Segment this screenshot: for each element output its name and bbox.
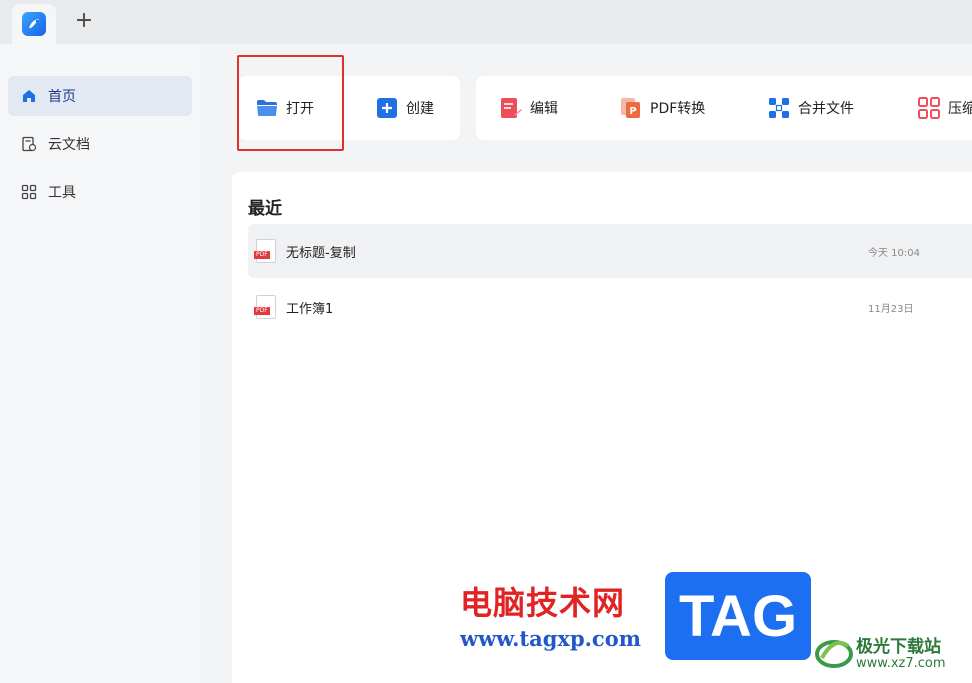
quick-actions-tools: 编辑 P PDF转换 合并文件 压缩 bbox=[476, 76, 972, 140]
create-button[interactable]: 创建 bbox=[376, 76, 434, 140]
plus-square-icon bbox=[376, 97, 398, 119]
tab-bar: + bbox=[0, 0, 972, 44]
watermark-cn-text: 电脑技术网 bbox=[460, 584, 626, 622]
pdf-convert-label: PDF转换 bbox=[650, 101, 706, 117]
sidebar-item-cloud-docs[interactable]: 云文档 bbox=[8, 124, 192, 164]
merge-files-button[interactable]: 合并文件 bbox=[768, 76, 854, 140]
annotation-highlight-box bbox=[237, 55, 344, 151]
recent-title: 最近 bbox=[248, 199, 282, 219]
merge-files-icon bbox=[768, 97, 790, 119]
file-time: 今天 10:04 bbox=[868, 247, 920, 259]
sidebar: 首页 云文档 工具 bbox=[0, 44, 200, 683]
new-tab-button[interactable]: + bbox=[72, 10, 96, 34]
sidebar-item-home[interactable]: 首页 bbox=[8, 76, 192, 116]
pdf-file-icon: PDF bbox=[254, 239, 276, 263]
pdf-convert-button[interactable]: P PDF转换 bbox=[620, 76, 705, 140]
watermark-site-name: 极光下载站 bbox=[856, 637, 941, 657]
file-time: 11月23日 bbox=[868, 303, 914, 315]
edit-label: 编辑 bbox=[530, 101, 558, 117]
watermark-url: www.tagxp.com bbox=[460, 626, 641, 651]
watermark-site-url: www.xz7.com bbox=[856, 656, 946, 671]
merge-files-label: 合并文件 bbox=[798, 101, 854, 117]
compress-icon bbox=[918, 97, 940, 119]
aurora-logo-icon bbox=[814, 632, 854, 672]
compress-label: 压缩 bbox=[948, 101, 972, 117]
compress-button[interactable]: 压缩 bbox=[918, 76, 972, 140]
file-name: 工作簿1 bbox=[286, 301, 334, 317]
edit-button[interactable]: 编辑 bbox=[500, 76, 558, 140]
tools-grid-icon bbox=[20, 183, 38, 201]
app-logo-icon bbox=[22, 12, 46, 36]
sidebar-item-tools[interactable]: 工具 bbox=[8, 172, 192, 212]
file-row[interactable]: PDF 无标题-复制 今天 10:04 bbox=[248, 224, 972, 278]
file-row[interactable]: PDF 工作簿1 11月23日 bbox=[248, 280, 972, 334]
home-icon bbox=[20, 87, 38, 105]
sidebar-item-label: 云文档 bbox=[48, 137, 90, 153]
edit-doc-icon bbox=[500, 97, 522, 119]
sidebar-item-label: 首页 bbox=[48, 89, 76, 105]
create-label: 创建 bbox=[406, 101, 434, 117]
file-name: 无标题-复制 bbox=[286, 245, 356, 261]
app-tab[interactable] bbox=[12, 4, 56, 44]
svg-text:P: P bbox=[629, 106, 636, 117]
pdf-badge: PDF bbox=[254, 251, 270, 259]
pdf-file-icon: PDF bbox=[254, 295, 276, 319]
pdf-convert-icon: P bbox=[620, 97, 642, 119]
sidebar-item-label: 工具 bbox=[48, 185, 76, 201]
watermark-tag-logo: TAG bbox=[665, 572, 811, 660]
pdf-badge: PDF bbox=[254, 307, 270, 315]
cloud-doc-icon bbox=[20, 135, 38, 153]
